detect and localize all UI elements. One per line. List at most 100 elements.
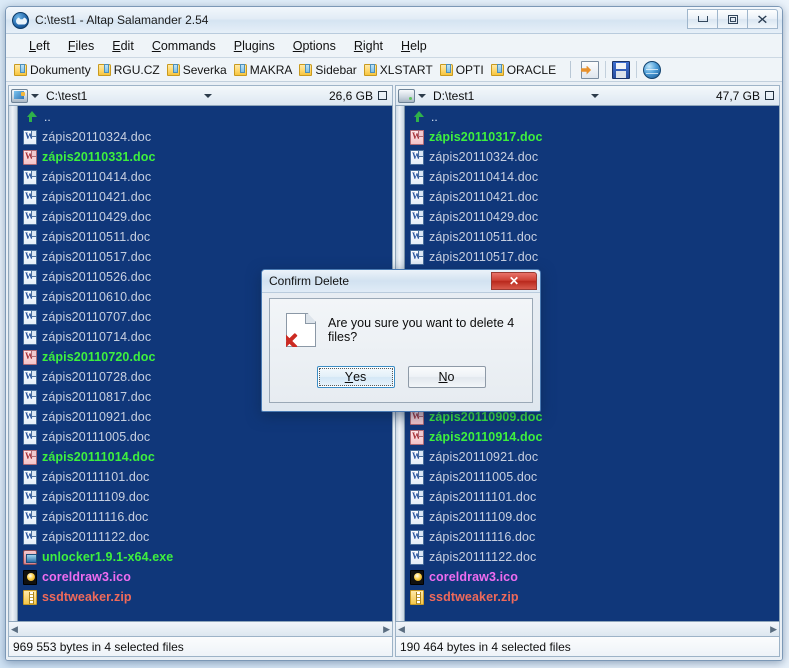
file-row[interactable]: coreldraw3.ico [18, 567, 392, 587]
word-doc-icon [410, 449, 424, 465]
bookmark-xlstart[interactable]: XLSTART [362, 62, 438, 78]
menu-item-options[interactable]: Options [284, 37, 345, 55]
left-path-text[interactable]: C:\test1 [44, 89, 87, 103]
file-row[interactable]: zápis20110517.doc [18, 247, 392, 267]
chevron-down-icon[interactable] [418, 93, 426, 98]
file-row[interactable]: unlocker1.9.1-x64.exe [18, 547, 392, 567]
file-row[interactable]: zápis20110914.doc [405, 427, 779, 447]
word-doc-icon [23, 369, 37, 385]
scroll-right-icon[interactable]: ▶ [383, 624, 390, 634]
file-row[interactable]: zápis20110331.doc [18, 147, 392, 167]
word-doc-icon [410, 549, 424, 565]
scroll-left-icon[interactable]: ◀ [11, 624, 18, 634]
menu-item-left[interactable]: Left [20, 37, 59, 55]
folder-icon [97, 63, 111, 76]
file-row[interactable]: ssdtweaker.zip [18, 587, 392, 607]
save-icon[interactable] [612, 60, 631, 79]
menu-label-files: iles [75, 38, 95, 53]
bookmark-makra[interactable]: MAKRA [232, 62, 298, 78]
file-row[interactable]: zápis20110511.doc [405, 227, 779, 247]
updir-row[interactable]: .. [18, 107, 392, 127]
word-doc-icon [23, 329, 37, 345]
file-row[interactable]: zápis20111109.doc [405, 507, 779, 527]
close-button[interactable]: ✕ [747, 9, 778, 29]
bookmark-severka[interactable]: Severka [165, 62, 232, 78]
file-row[interactable]: zápis20110324.doc [405, 147, 779, 167]
file-name: zápis20110324.doc [429, 150, 539, 164]
file-name: zápis20111014.doc [42, 450, 155, 464]
word-doc-icon [23, 129, 37, 145]
hard-disk-icon[interactable] [11, 88, 28, 103]
menu-item-commands[interactable]: Commands [143, 37, 225, 55]
file-name: zápis20110331.doc [42, 150, 156, 164]
right-status-bar: 190 464 bytes in 4 selected files [395, 637, 780, 657]
bookmark-rgucz[interactable]: RGU.CZ [96, 62, 165, 78]
fixed-disk-icon[interactable] [398, 88, 415, 103]
file-row[interactable]: zápis20110317.doc [405, 127, 779, 147]
bookmark-oracle[interactable]: ORACLE [489, 62, 561, 78]
file-name: coreldraw3.ico [429, 570, 518, 584]
file-row[interactable]: zápis20110511.doc [18, 227, 392, 247]
red-x-icon [286, 331, 298, 347]
menu-label-options: ptions [302, 38, 336, 53]
file-row[interactable]: zápis20110517.doc [405, 247, 779, 267]
file-name: zápis20110421.doc [42, 190, 152, 204]
file-row[interactable]: zápis20110421.doc [405, 187, 779, 207]
menu-item-help[interactable]: Help [392, 37, 436, 55]
file-row[interactable]: zápis20111005.doc [18, 427, 392, 447]
left-vertical-scrollbar[interactable] [9, 106, 18, 621]
file-row[interactable]: zápis20111116.doc [18, 507, 392, 527]
dialog-title-bar: Confirm Delete ✕ [262, 270, 540, 293]
file-row[interactable]: zápis20111101.doc [405, 487, 779, 507]
word-doc-icon [23, 489, 37, 505]
right-drive-bar: D:\test1 47,7 GB [395, 85, 780, 105]
file-name: zápis20111122.doc [42, 530, 150, 544]
bookmark-label: Severka [182, 62, 227, 77]
file-name: zápis20110921.doc [42, 410, 152, 424]
file-row[interactable]: zápis20110429.doc [18, 207, 392, 227]
file-row[interactable]: zápis20111109.doc [18, 487, 392, 507]
menu-label-edit: dit [120, 38, 134, 53]
up-directory-icon [410, 110, 424, 124]
right-path-text[interactable]: D:\test1 [431, 89, 474, 103]
left-horizontal-scrollbar[interactable]: ◀ ▶ [8, 622, 393, 637]
minimize-button[interactable] [687, 9, 718, 29]
file-row[interactable]: coreldraw3.ico [405, 567, 779, 587]
scroll-left-icon[interactable]: ◀ [398, 624, 405, 634]
maximize-button[interactable] [717, 9, 748, 29]
menu-item-plugins[interactable]: Plugins [225, 37, 284, 55]
file-row[interactable]: zápis20110324.doc [18, 127, 392, 147]
chevron-down-icon[interactable] [31, 93, 39, 98]
bookmark-dokumenty[interactable]: Dokumenty [12, 62, 96, 78]
menu-item-right[interactable]: Right [345, 37, 392, 55]
paste-icon[interactable] [581, 60, 600, 79]
file-row[interactable]: zápis20111116.doc [405, 527, 779, 547]
menu-item-files[interactable]: Files [59, 37, 103, 55]
updir-row[interactable]: .. [405, 107, 779, 127]
left-path-dropdown[interactable] [89, 93, 327, 98]
yes-button[interactable]: Yes [316, 366, 395, 388]
dialog-close-button[interactable]: ✕ [491, 272, 537, 290]
file-row[interactable]: zápis20111122.doc [18, 527, 392, 547]
file-row[interactable]: zápis20111014.doc [18, 447, 392, 467]
right-horizontal-scrollbar[interactable]: ◀ ▶ [395, 622, 780, 637]
no-button[interactable]: No [407, 366, 486, 388]
file-row[interactable]: zápis20111122.doc [405, 547, 779, 567]
internet-globe-icon[interactable] [643, 60, 662, 79]
menu-item-edit[interactable]: Edit [103, 37, 143, 55]
file-row[interactable]: zápis20110414.doc [405, 167, 779, 187]
left-panel-toggle-icon[interactable] [378, 91, 387, 100]
bookmark-opti[interactable]: OPTI [438, 62, 489, 78]
file-row[interactable]: zápis20110429.doc [405, 207, 779, 227]
file-row[interactable]: zápis20110921.doc [405, 447, 779, 467]
bookmark-sidebar[interactable]: Sidebar [297, 62, 361, 78]
file-row[interactable]: zápis20110421.doc [18, 187, 392, 207]
right-panel-toggle-icon[interactable] [765, 91, 774, 100]
scroll-right-icon[interactable]: ▶ [770, 624, 777, 634]
file-row[interactable]: zápis20110414.doc [18, 167, 392, 187]
file-row[interactable]: zápis20111005.doc [405, 467, 779, 487]
file-row[interactable]: ssdtweaker.zip [405, 587, 779, 607]
file-row[interactable]: zápis20111101.doc [18, 467, 392, 487]
right-path-dropdown[interactable] [476, 93, 714, 98]
folder-icon [14, 63, 27, 76]
